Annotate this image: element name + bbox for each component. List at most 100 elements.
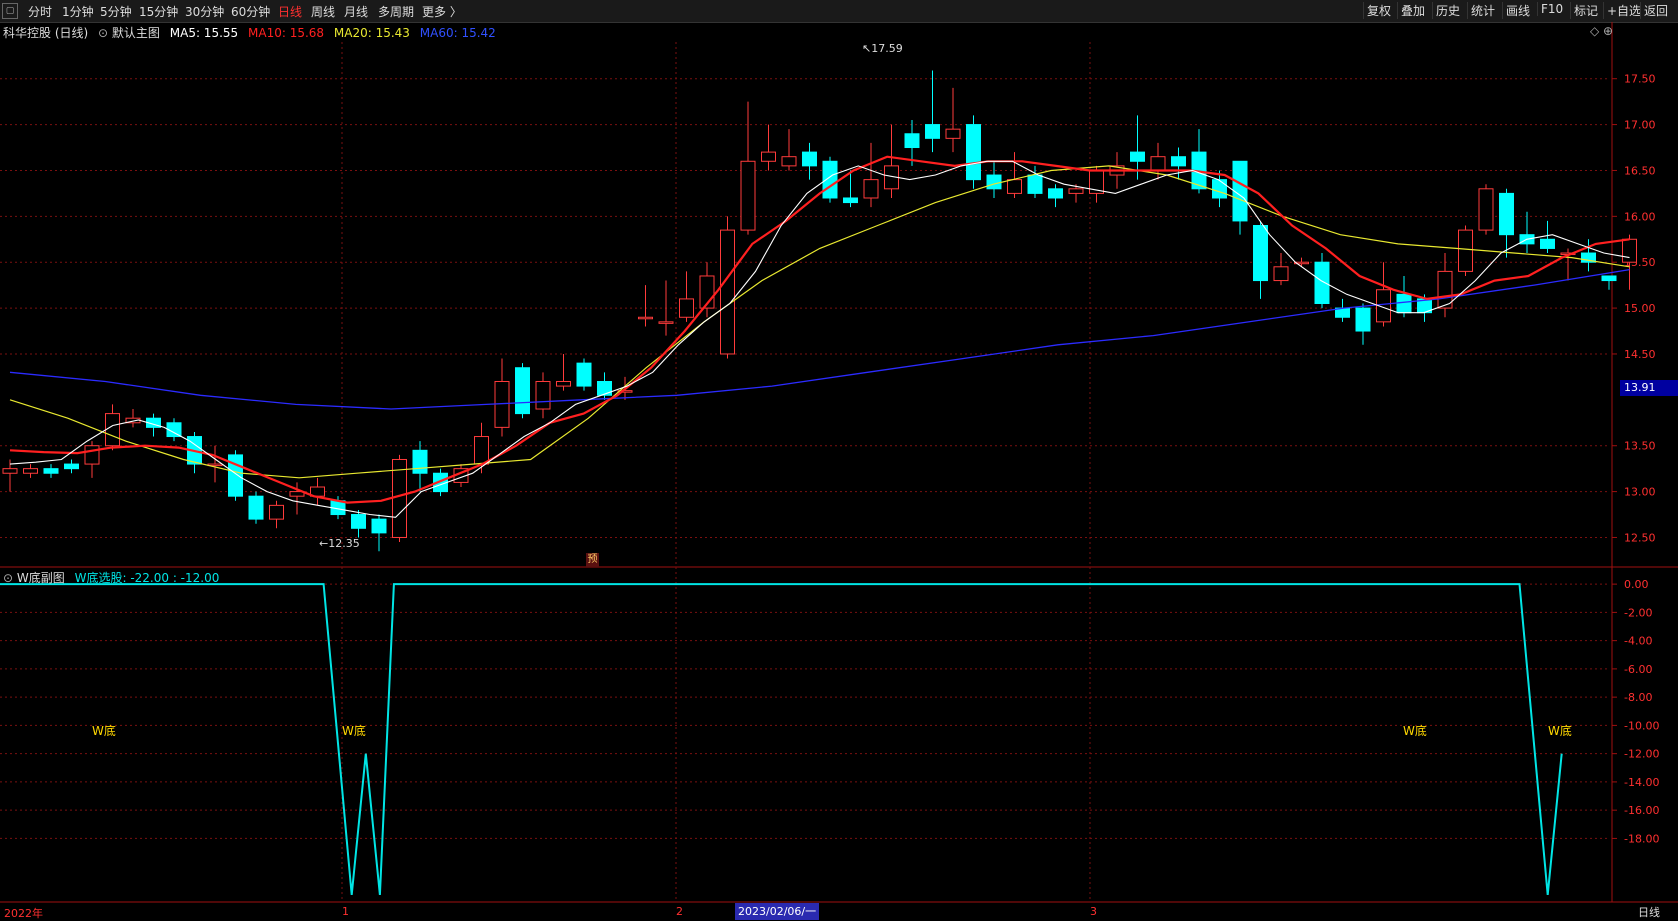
candle-body [925, 124, 940, 139]
period-tab-5min[interactable]: 5分钟 [100, 3, 132, 20]
add-watchlist-button[interactable]: +自选 [1603, 2, 1644, 19]
ma20-label: MA20: 15.43 [333, 26, 410, 40]
main-y-tick-label: 16.00 [1624, 210, 1656, 223]
high-price-marker: ↖17.59 [862, 42, 903, 55]
w-bottom-label-3: W底 [1403, 724, 1427, 738]
sub-y-tick-label: -6.00 [1624, 663, 1652, 676]
toolbar-collapse-icon[interactable]: ▢ [2, 3, 18, 19]
period-tab-daily[interactable]: 日线 [278, 3, 302, 20]
period-tab-weekly[interactable]: 周线 [311, 3, 335, 20]
candle-body [556, 380, 571, 387]
x-label-feb: 2 [676, 905, 683, 918]
candle-body [986, 174, 1002, 190]
w-bottom-signal-line [0, 583, 1563, 895]
candle-body [1130, 151, 1145, 162]
candle-body [638, 316, 653, 320]
period-tab-1min[interactable]: 1分钟 [62, 3, 94, 20]
main-y-tick-label: 16.50 [1624, 164, 1656, 177]
candle-body [781, 156, 797, 167]
main-y-tick-label: 13.00 [1624, 486, 1656, 499]
low-marker-arrow: ← [319, 537, 329, 550]
sub-y-tick-label: -12.00 [1624, 748, 1659, 761]
candle-body [1048, 188, 1063, 199]
ma5-label: MA5: 15.55 [169, 26, 239, 40]
candle-body [1478, 188, 1494, 231]
sub-y-tick-label: -16.00 [1624, 804, 1659, 817]
ma10-line [9, 155, 1630, 504]
candle-body [1540, 238, 1555, 249]
period-tab-60min[interactable]: 60分钟 [231, 3, 270, 20]
restore-rights-button[interactable]: 复权 [1363, 2, 1394, 19]
main-y-tick-label: 17.50 [1624, 73, 1656, 86]
period-tab-fenshi[interactable]: 分时 [28, 3, 52, 20]
sub-chart-header: ⊙ W底副图 W底选股: -22.00 : -12.00 [3, 569, 219, 586]
candle-body [843, 197, 858, 204]
candle-body [1396, 293, 1412, 314]
sub-chart-value: W底选股: -22.00 : -12.00 [74, 571, 220, 585]
period-tab-monthly[interactable]: 月线 [344, 3, 368, 20]
sub-toggle-icon[interactable]: ⊙ [3, 571, 13, 585]
draw-line-button[interactable]: 画线 [1502, 2, 1533, 19]
candle-body [822, 160, 838, 199]
sub-y-tick-label: 0.00 [1624, 578, 1649, 591]
candle-body [105, 413, 120, 447]
candle-body [1027, 174, 1043, 194]
candle-body [1212, 179, 1227, 199]
cursor-date-tag: 2023/02/06/一 [735, 903, 820, 920]
candle-body [23, 468, 38, 474]
candle-body [1622, 238, 1637, 263]
candle-body [740, 160, 756, 231]
f10-button[interactable]: F10 [1537, 2, 1566, 16]
ma5-line [9, 160, 1630, 518]
panel-settings-icons[interactable]: ◇ ⊕ [1590, 24, 1613, 38]
candle-body [904, 133, 920, 149]
period-tab-30min[interactable]: 30分钟 [185, 3, 224, 20]
candle-body [269, 504, 284, 520]
low-price-marker: ←12.35 [319, 537, 360, 550]
candle-body [64, 463, 79, 470]
sub-y-tick-label: -14.00 [1624, 776, 1659, 789]
candle-body [945, 128, 961, 139]
statistics-button[interactable]: 统计 [1467, 2, 1498, 19]
sub-y-tick-label: -8.00 [1624, 691, 1652, 704]
candle-body [248, 495, 264, 520]
ma60-label: MA60: 15.42 [419, 26, 496, 40]
candle-body [412, 449, 428, 474]
candle-body [658, 321, 674, 324]
current-price-tag: 13.91 [1620, 380, 1678, 396]
return-button[interactable]: 返回 [1640, 2, 1671, 19]
candle-body [351, 514, 366, 529]
w-bottom-label-1: W底 [92, 724, 116, 738]
forecast-badge[interactable]: 预 [586, 553, 599, 567]
candle-body [1355, 307, 1371, 332]
template-toggle-icon[interactable]: ⊙ [98, 26, 108, 40]
candle-body [474, 436, 489, 465]
w-bottom-label-2: W底 [342, 724, 366, 738]
main-chart-header: 科华控股 (日线) ⊙ 默认主图 MA5: 15.55 MA10: 15.68 … [3, 24, 496, 41]
template-name[interactable]: 默认主图 [112, 26, 160, 40]
candle-body [1601, 275, 1617, 282]
main-y-tick-label: 12.50 [1624, 531, 1656, 544]
main-y-tick-label: 17.00 [1624, 119, 1656, 132]
candle-body [1273, 266, 1289, 282]
stock-chart[interactable]: 17.5017.0016.5016.0015.5015.0014.5013.50… [0, 22, 1678, 921]
candle-body [802, 151, 817, 167]
period-tab-multi[interactable]: 多周期 [378, 3, 414, 20]
w-bottom-label-4: W底 [1548, 724, 1572, 738]
history-button[interactable]: 历史 [1432, 2, 1463, 19]
ma10-label: MA10: 15.68 [248, 26, 325, 40]
mark-button[interactable]: 标记 [1570, 2, 1601, 19]
high-marker-arrow: ↖ [862, 42, 872, 55]
overlay-button[interactable]: 叠加 [1397, 2, 1428, 19]
sub-chart-title[interactable]: W底副图 [17, 571, 65, 585]
candle-body [863, 179, 879, 199]
candle-body [761, 151, 776, 162]
candle-body [720, 229, 735, 355]
period-tab-15min[interactable]: 15分钟 [139, 3, 178, 20]
period-toolbar: ▢ 分时 1分钟 5分钟 15分钟 30分钟 60分钟 日线 周线 月线 多周期… [0, 0, 1678, 23]
period-tab-more[interactable]: 更多 〉 [422, 3, 462, 20]
candle-body [43, 468, 59, 474]
candle-body [228, 454, 243, 497]
x-label-jan: 1 [342, 905, 349, 918]
candle-body [392, 458, 407, 538]
